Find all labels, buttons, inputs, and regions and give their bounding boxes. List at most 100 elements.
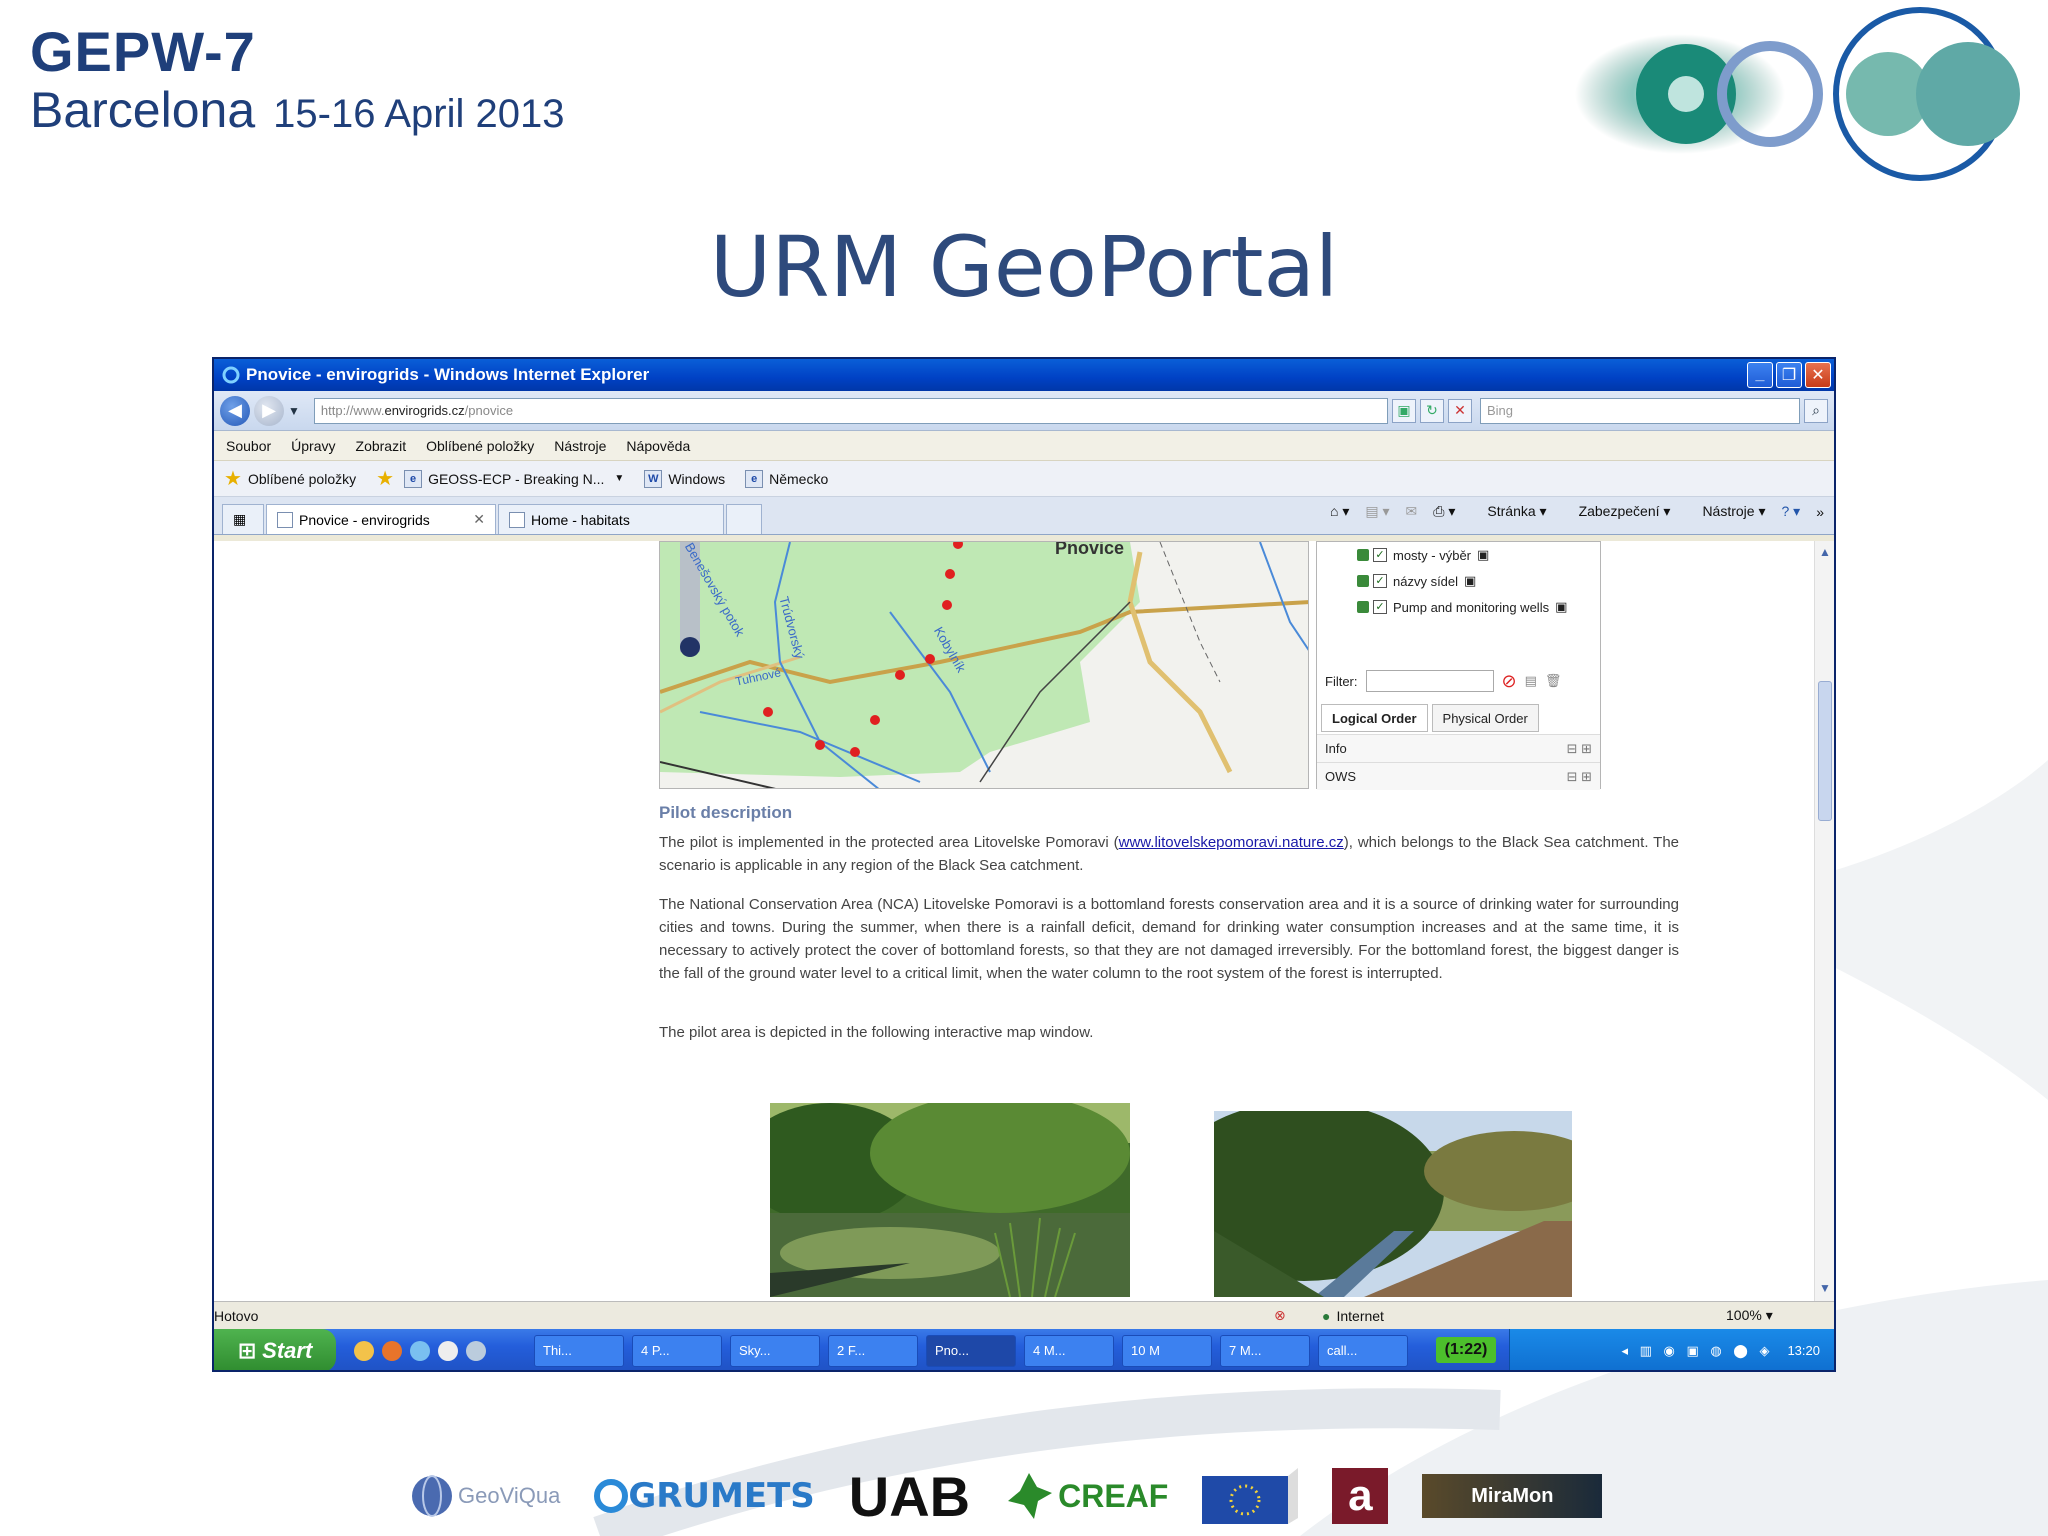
favorite-label: GEOSS-ECP - Breaking N... <box>428 470 605 487</box>
info-row[interactable]: Info ⊟ ⊞ <box>1317 734 1600 762</box>
popup-blocker-icon[interactable]: ⊗ <box>1274 1307 1286 1324</box>
start-label: Start <box>262 1337 313 1363</box>
start-button[interactable]: ⊞ Start <box>214 1329 336 1370</box>
task-button[interactable]: Thi... <box>534 1334 624 1367</box>
menu-soubor[interactable]: Soubor <box>226 438 271 454</box>
pilot-paragraph-2: The National Conservation Area (NCA) Lit… <box>659 896 1679 982</box>
status-text: Hotovo <box>214 1307 259 1324</box>
task-button-active[interactable]: Pno... <box>926 1334 1016 1367</box>
windows-taskbar: ⊞ Start Thi... 4 P... Sky... 2 F... Pno..… <box>214 1329 1834 1370</box>
ie-icon[interactable] <box>410 1340 430 1361</box>
sponsor-logos: GeoViQua GRUMETS UAB CREAF a MiraMon <box>410 1465 1636 1528</box>
history-dropdown-icon[interactable]: ▼ <box>288 404 300 418</box>
add-favorite-icon[interactable]: ★ <box>376 466 394 491</box>
layer-row[interactable]: ✓ mosty - výběr ▣ <box>1317 542 1600 568</box>
zoom-control[interactable]: 100% ▾ <box>1726 1307 1773 1324</box>
layer-checkbox[interactable]: ✓ <box>1373 548 1387 562</box>
refresh-icon[interactable]: ↻ <box>1420 398 1444 423</box>
quick-launch <box>354 1340 534 1361</box>
grumets-symbol-icon <box>594 1479 629 1513</box>
favorite-item-geoss[interactable]: e GEOSS-ECP - Breaking N... ▼ <box>404 469 624 488</box>
tab-logical-order[interactable]: Logical Order <box>1321 704 1428 732</box>
feeds-icon[interactable]: ▤ ▾ <box>1365 503 1389 520</box>
quick-tabs-button[interactable]: ▦ <box>222 504 264 534</box>
tab-pnovice[interactable]: Pnovice - envirogrids ✕ <box>266 504 496 534</box>
list-icon[interactable]: ▤ <box>1525 673 1537 689</box>
favorite-item-windows[interactable]: W Windows <box>644 469 725 488</box>
favorite-item-nemecko[interactable]: e Německo <box>745 469 828 488</box>
chrome-icon[interactable] <box>354 1340 374 1361</box>
print-icon[interactable]: ⎙ ▾ <box>1433 503 1455 520</box>
url-input[interactable]: http://www. envirogrids.cz/pnovice <box>313 397 1388 424</box>
scroll-up-icon[interactable]: ▲ <box>1817 545 1833 561</box>
layer-checkbox[interactable]: ✓ <box>1373 600 1387 614</box>
menu-zobrazit[interactable]: Zobrazit <box>356 438 407 454</box>
favorites-button[interactable]: ★ Oblíbené položky <box>224 466 356 491</box>
task-button[interactable]: call... <box>1318 1334 1408 1367</box>
ows-row[interactable]: OWS ⊟ ⊞ <box>1317 762 1600 790</box>
menu-nastroje[interactable]: Nástroje <box>554 438 606 454</box>
nca-link[interactable]: www.litovelskepomoravi.nature.cz <box>1119 834 1344 851</box>
url-host: envirogrids.cz <box>384 403 465 418</box>
restore-button[interactable]: ❐ <box>1776 362 1802 388</box>
geo-rings-logo <box>1575 7 2020 181</box>
task-button[interactable]: 4 P... <box>632 1334 722 1367</box>
mail-icon[interactable]: ✉ <box>1406 503 1418 520</box>
menu-nastroje-cmd[interactable]: Nástroje ▾ <box>1686 503 1765 520</box>
new-tab-button[interactable] <box>726 504 762 534</box>
menu-napoveda[interactable]: Nápověda <box>626 438 690 454</box>
ows-label: OWS <box>1325 769 1357 784</box>
close-tab-icon[interactable]: ✕ <box>473 511 485 528</box>
firefox-icon[interactable] <box>382 1340 402 1361</box>
conference-title: GEPW-7 Barcelona 15-16 April 2013 <box>30 22 564 142</box>
help-icon[interactable]: ? ▾ <box>1782 503 1801 520</box>
stop-icon[interactable]: ✕ <box>1448 398 1472 423</box>
window-titlebar: Pnovice - envirogrids - Windows Internet… <box>214 359 1834 391</box>
layer-style-icon[interactable]: ▣ <box>1477 547 1489 563</box>
layer-row[interactable]: ✓ Pump and monitoring wells ▣ <box>1317 594 1600 620</box>
tab-physical-order[interactable]: Physical Order <box>1431 704 1539 732</box>
map-canvas[interactable] <box>660 542 1309 789</box>
task-button[interactable]: 7 M... <box>1220 1334 1310 1367</box>
layer-row[interactable]: ✓ názvy sídel ▣ <box>1317 568 1600 594</box>
menu-stranka[interactable]: Stránka ▾ <box>1471 503 1546 520</box>
layer-style-icon[interactable]: ▣ <box>1555 599 1567 615</box>
task-button[interactable]: 2 F... <box>828 1334 918 1367</box>
layer-style-icon[interactable]: ▣ <box>1464 573 1476 589</box>
task-button[interactable]: Sky... <box>730 1334 820 1367</box>
trash-icon[interactable]: 🗑 <box>1545 673 1562 689</box>
compat-view-icon[interactable]: ▣ <box>1392 398 1416 423</box>
back-button[interactable]: ◀ <box>220 395 250 426</box>
app-icon[interactable] <box>466 1340 486 1361</box>
close-window-button[interactable]: ✕ <box>1805 362 1831 388</box>
expand-icon[interactable]: ⊟ ⊞ <box>1567 741 1592 757</box>
expand-icon[interactable]: ⊟ ⊞ <box>1567 769 1592 785</box>
filter-input[interactable] <box>1365 670 1494 692</box>
clear-filter-icon[interactable]: ⊘ <box>1502 671 1517 692</box>
eu-flag-icon <box>1202 1468 1299 1524</box>
slide-heading: URM GeoPortal <box>709 218 1339 316</box>
layer-icon <box>1357 549 1369 561</box>
layer-checkbox[interactable]: ✓ <box>1373 574 1387 588</box>
menu-zabezpeceni[interactable]: Zabezpečení ▾ <box>1563 503 1671 520</box>
forward-button[interactable]: ▶ <box>254 395 284 426</box>
timer-counter: (1:22) <box>1436 1337 1496 1363</box>
app-icon[interactable] <box>438 1340 458 1361</box>
menu-upravy[interactable]: Úpravy <box>291 438 335 454</box>
scrollbar-thumb[interactable] <box>1818 681 1832 821</box>
task-button[interactable]: 4 M... <box>1024 1334 1114 1367</box>
minimize-button[interactable]: _ <box>1747 362 1773 388</box>
task-button[interactable]: 10 M <box>1122 1334 1212 1367</box>
search-icon[interactable]: ⌕ <box>1804 398 1828 423</box>
scroll-down-icon[interactable]: ▼ <box>1817 1281 1833 1297</box>
menu-oblibene[interactable]: Oblíbené položky <box>426 438 534 454</box>
more-icon[interactable]: » <box>1816 504 1824 520</box>
tray-icons[interactable]: ◂ ▥ ◉ ▣ ◍ ⬤ ◈ <box>1621 1343 1773 1359</box>
tab-habitats[interactable]: Home - habitats <box>498 504 724 534</box>
home-icon[interactable]: ⌂ ▾ <box>1330 503 1349 520</box>
search-input[interactable]: Bing <box>1480 397 1800 424</box>
map-viewer[interactable]: Pnovice Benešovský potok Trúdvorský Koby… <box>659 541 1309 789</box>
vertical-scrollbar[interactable]: ▲ ▼ <box>1814 541 1834 1301</box>
command-bar: ⌂ ▾ ▤ ▾ ✉ ⎙ ▾ Stránka ▾ Zabezpečení ▾ Ná… <box>1314 503 1824 520</box>
window-title: Pnovice - envirogrids - Windows Internet… <box>246 365 650 384</box>
